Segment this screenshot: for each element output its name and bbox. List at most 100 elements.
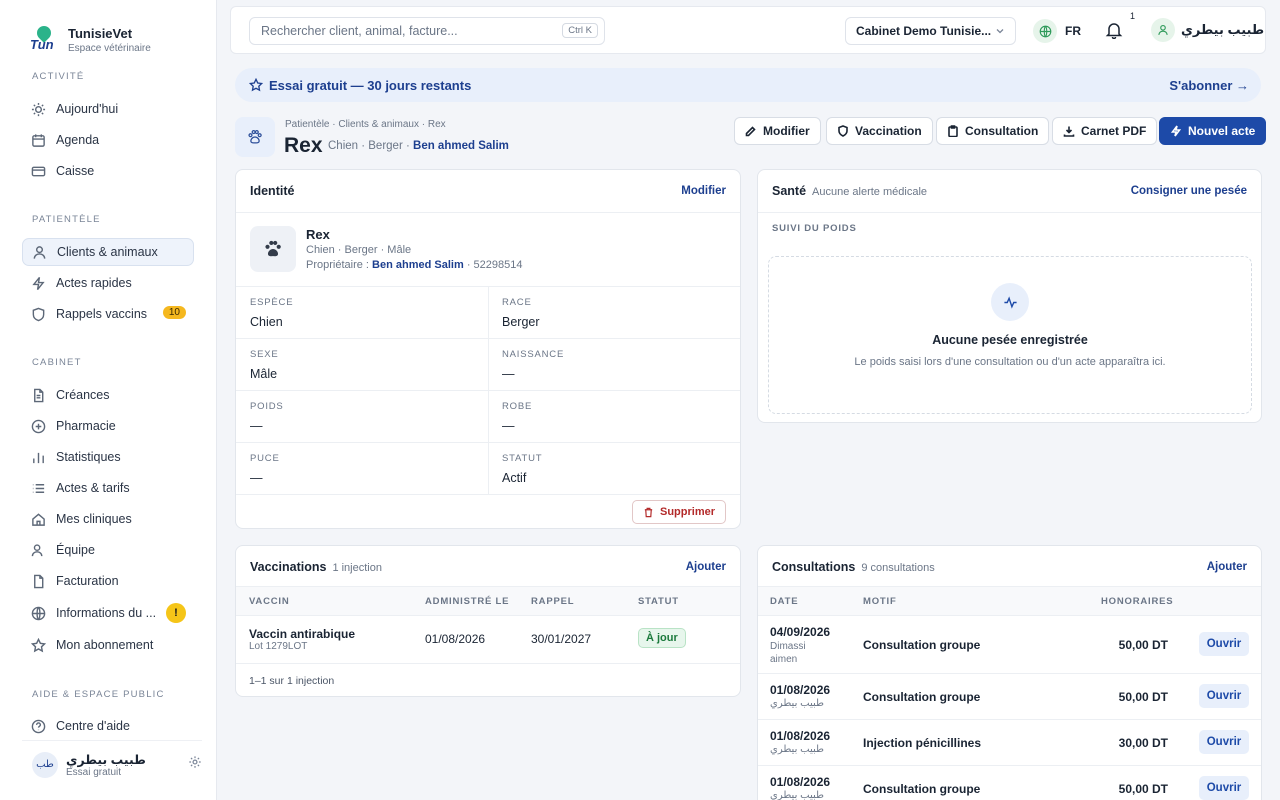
identite-card: Identité Modifier Rex Chien · Berger · M… xyxy=(235,169,741,529)
sidebar-item-equipe[interactable]: Équipe xyxy=(22,536,194,564)
cabinet-select[interactable]: Cabinet Demo Tunisie... xyxy=(845,17,1016,45)
nouvel-acte-button[interactable]: Nouvel acte xyxy=(1159,117,1267,145)
section-activite: ACTIVITÉ xyxy=(32,71,85,82)
sexe-label: SEXE xyxy=(250,349,279,360)
sidebar-item-actes-tarifs[interactable]: Actes & tarifs xyxy=(22,474,194,502)
warning-badge: ! xyxy=(166,603,186,623)
open-button[interactable]: Ouvrir xyxy=(1199,684,1249,708)
plus-circle-icon xyxy=(30,418,46,434)
file-icon xyxy=(30,387,46,403)
delete-button[interactable]: Supprimer xyxy=(631,500,726,524)
language-switch[interactable]: FR xyxy=(1033,18,1081,44)
list-icon xyxy=(30,480,46,496)
race-label: RACE xyxy=(502,297,532,308)
team-icon xyxy=(30,542,46,558)
consigner-pesee-link[interactable]: Consigner une pesée xyxy=(1131,185,1247,197)
user-icon xyxy=(1151,18,1175,42)
col-date: DATE xyxy=(770,596,799,607)
user-plan: Essai gratuit xyxy=(66,766,122,778)
consultations-add-link[interactable]: Ajouter xyxy=(1207,561,1247,573)
puce-label: PUCE xyxy=(250,453,280,464)
consultations-title: Consultations 9 consultations xyxy=(772,560,935,574)
bar-chart-icon xyxy=(30,449,46,465)
col-administre: ADMINISTRÉ LE xyxy=(425,596,510,607)
sidebar-item-clients[interactable]: Clients & animaux xyxy=(22,238,194,266)
brand[interactable]: Tun TunisieVet Espace vétérinaire xyxy=(0,0,216,62)
sidebar-item-caisse[interactable]: Caisse xyxy=(22,157,194,185)
statut-label: STATUT xyxy=(502,453,543,464)
modifier-button[interactable]: Modifier xyxy=(734,117,821,145)
open-button[interactable]: Ouvrir xyxy=(1199,632,1249,656)
gear-icon[interactable] xyxy=(188,755,202,769)
user-name: طبيب بيطري xyxy=(66,752,146,767)
robe-label: ROBE xyxy=(502,401,533,412)
espece-label: ESPÈCE xyxy=(250,297,294,308)
notification-count: 1 xyxy=(1130,11,1136,21)
sidebar-item-facturation[interactable]: Facturation xyxy=(22,567,194,595)
calendar-icon xyxy=(30,132,46,148)
empty-description: Le poids saisi lors d'une consultation o… xyxy=(854,356,1166,368)
identite-title: Identité xyxy=(250,184,295,198)
vaccination-button[interactable]: Vaccination xyxy=(826,117,933,145)
section-patientele: PATIENTÈLE xyxy=(32,214,101,225)
animal-summary: Chien · Berger · Mâle xyxy=(306,244,412,256)
search-input[interactable] xyxy=(250,18,550,44)
trial-banner: Essai gratuit — 30 jours restants S'abon… xyxy=(235,68,1261,102)
espece-value: Chien xyxy=(250,315,283,329)
sidebar-item-abonnement[interactable]: Mon abonnement xyxy=(22,631,194,659)
globe-icon xyxy=(1033,19,1057,43)
user-profile[interactable]: طب طبيب بيطري Essai gratuit xyxy=(22,740,202,784)
sidebar-item-aujourdhui[interactable]: Aujourd'hui xyxy=(22,95,194,123)
identite-edit-link[interactable]: Modifier xyxy=(681,185,726,197)
sidebar: Tun TunisieVet Espace vétérinaire ACTIVI… xyxy=(0,0,217,800)
sidebar-item-pharmacie[interactable]: Pharmacie xyxy=(22,412,194,440)
clipboard-icon xyxy=(948,125,958,137)
profile-menu[interactable]: طبيب بيطري xyxy=(1151,18,1264,42)
consultations-card: Consultations 9 consultations Ajouter DAT… xyxy=(757,545,1262,800)
sidebar-item-agenda[interactable]: Agenda xyxy=(22,126,194,154)
rappels-count-badge: 10 xyxy=(162,306,186,319)
carnet-pdf-button[interactable]: Carnet PDF xyxy=(1052,117,1158,145)
col-motif: MOTIF xyxy=(863,596,897,607)
avatar: طب xyxy=(32,751,58,778)
download-icon xyxy=(1063,126,1075,137)
col-honoraires: HONORAIRES xyxy=(1101,596,1174,607)
naissance-value: — xyxy=(502,367,515,381)
status-badge: À jour xyxy=(638,628,686,648)
subscribe-link[interactable]: S'abonner → xyxy=(1169,78,1249,93)
trash-icon xyxy=(644,507,653,517)
pagination-info: 1–1 sur 1 injection xyxy=(249,675,335,687)
owner-link[interactable]: Ben ahmed Salim xyxy=(372,259,464,271)
shield-icon xyxy=(30,306,46,322)
sidebar-item-informations[interactable]: Informations du ... ! xyxy=(22,599,194,627)
owner-link[interactable]: Ben ahmed Salim xyxy=(413,140,509,152)
chevron-down-icon xyxy=(996,29,1004,34)
bell-icon[interactable] xyxy=(1105,21,1123,39)
robe-value: — xyxy=(502,419,515,433)
open-button[interactable]: Ouvrir xyxy=(1199,776,1249,800)
brand-name: TunisieVet xyxy=(68,26,133,41)
col-rappel: RAPPEL xyxy=(531,596,575,607)
section-aide: AIDE & ESPACE PUBLIC xyxy=(32,689,165,700)
sidebar-item-statistiques[interactable]: Statistiques xyxy=(22,443,194,471)
sidebar-item-mes-cliniques[interactable]: Mes cliniques xyxy=(22,505,194,533)
sidebar-item-creances[interactable]: Créances xyxy=(22,381,194,409)
paw-icon xyxy=(235,117,275,157)
naissance-label: NAISSANCE xyxy=(502,349,565,360)
col-vaccin: VACCIN xyxy=(249,596,290,607)
search-box[interactable]: Ctrl K xyxy=(249,17,605,45)
sidebar-item-centre-aide[interactable]: Centre d'aide xyxy=(22,712,194,740)
consultation-button[interactable]: Consultation xyxy=(936,117,1050,145)
empty-weight-state: Aucune pesée enregistrée Le poids saisi … xyxy=(768,256,1252,414)
sidebar-item-actes-rapides[interactable]: Actes rapides xyxy=(22,269,194,297)
open-button[interactable]: Ouvrir xyxy=(1199,730,1249,754)
star-icon xyxy=(249,78,263,92)
section-cabinet: CABINET xyxy=(32,357,82,368)
pulse-icon xyxy=(991,283,1029,321)
sidebar-item-rappels-vaccins[interactable]: Rappels vaccins 10 xyxy=(22,300,194,328)
vaccinations-card: Vaccinations 1 injection Ajouter VACCIN A… xyxy=(235,545,741,697)
vaccinations-add-link[interactable]: Ajouter xyxy=(686,561,726,573)
sexe-value: Mâle xyxy=(250,367,278,381)
sun-icon xyxy=(30,101,46,117)
col-statut: STATUT xyxy=(638,596,679,607)
